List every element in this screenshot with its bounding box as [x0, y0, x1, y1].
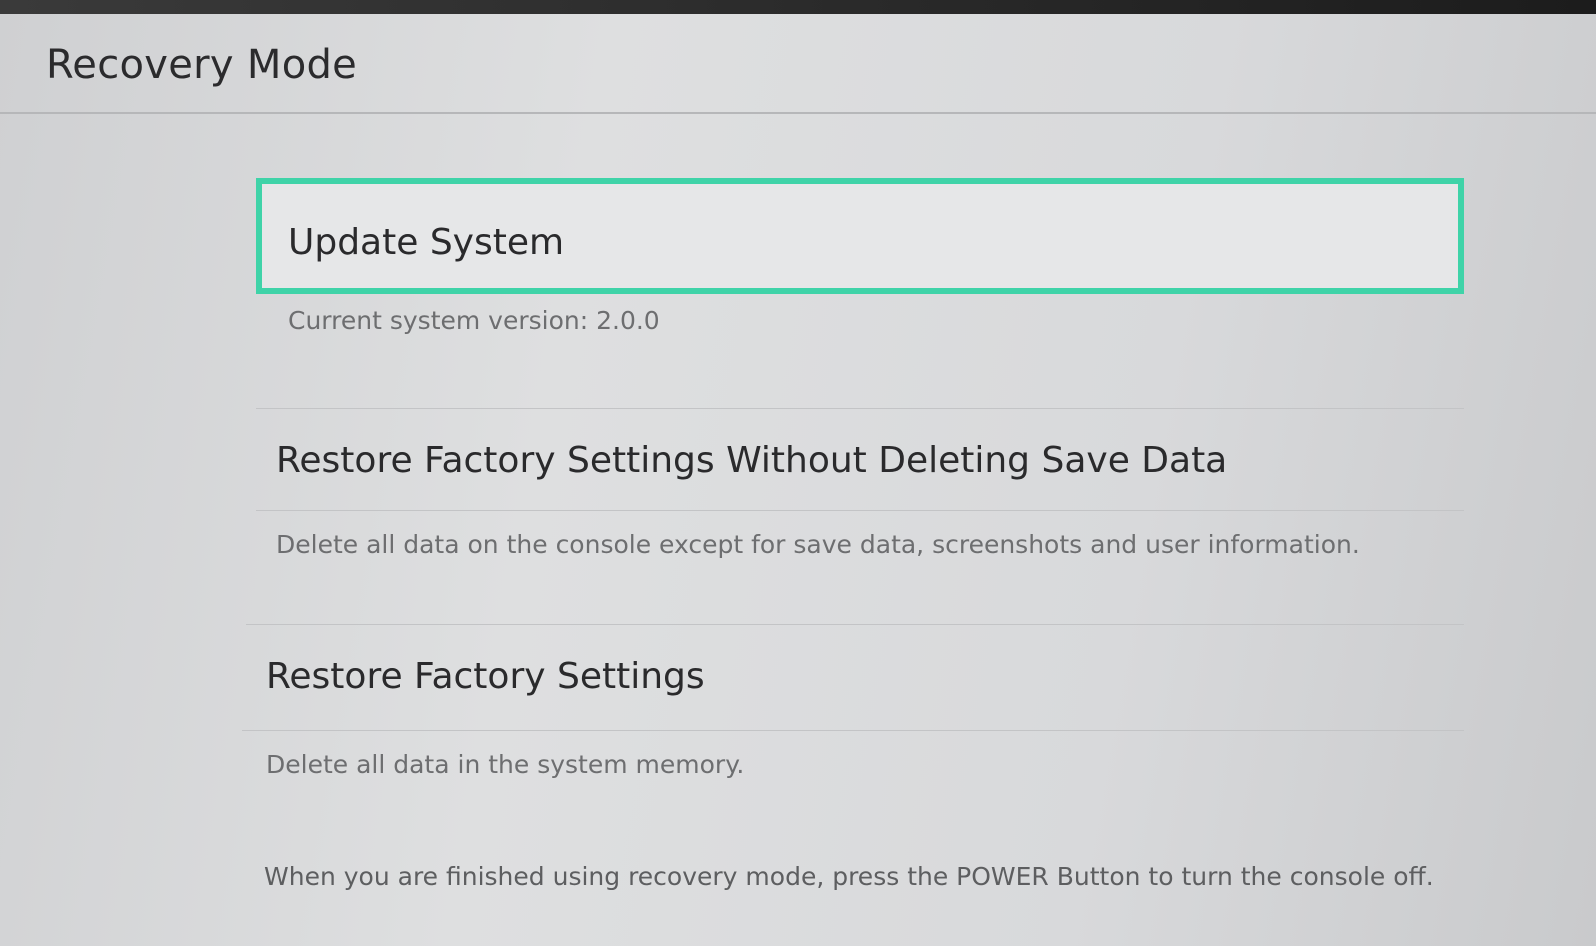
menu-item-description: Delete all data on the console except fo… [276, 530, 1360, 559]
page-title: Recovery Mode [46, 42, 358, 88]
menu-item-description: Current system version: 2.0.0 [288, 306, 660, 335]
menu-item-label: Update System [288, 222, 565, 263]
header: Recovery Mode [0, 14, 1596, 114]
header-divider [0, 112, 1596, 114]
screen-bezel [0, 0, 1596, 14]
menu-item-label: Restore Factory Settings Without Deletin… [276, 440, 1228, 481]
divider [256, 408, 1464, 409]
menu-item-restore-factory-keep-save[interactable]: Restore Factory Settings Without Deletin… [256, 410, 1464, 510]
divider [246, 624, 1464, 625]
divider [242, 730, 1464, 731]
menu-item-restore-factory[interactable]: Restore Factory Settings [256, 626, 1464, 726]
divider [256, 510, 1464, 511]
menu-item-update-system[interactable]: Update System [256, 178, 1464, 294]
menu-item-description: Delete all data in the system memory. [266, 750, 745, 779]
menu-item-label: Restore Factory Settings [266, 656, 705, 697]
footer-note: When you are finished using recovery mod… [264, 862, 1434, 891]
